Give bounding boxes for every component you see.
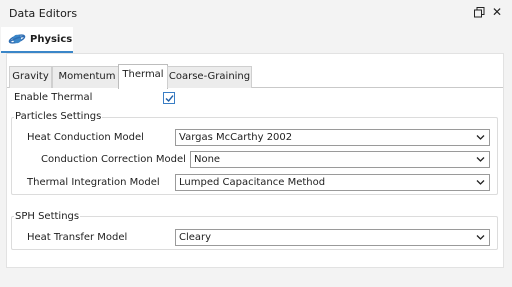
window-title: Data Editors	[9, 7, 78, 20]
conduction-correction-model-label: Conduction Correction Model	[41, 154, 186, 165]
tab-coarse-graining[interactable]: Coarse-Graining	[167, 66, 252, 88]
tab-momentum[interactable]: Momentum	[52, 66, 122, 88]
physics-subtabs: Gravity Momentum Thermal Coarse-Graining	[7, 64, 503, 89]
title-bar: Data Editors ✕	[0, 0, 512, 27]
thermal-settings-panel: Gravity Momentum Thermal Coarse-Graining…	[6, 53, 504, 268]
tab-gravity[interactable]: Gravity	[9, 66, 52, 88]
heat-conduction-model-label: Heat Conduction Model	[27, 132, 144, 143]
thermal-integration-model-label: Thermal Integration Model	[27, 177, 160, 188]
heat-conduction-model-value: Vargas McCarthy 2002	[179, 132, 293, 143]
enable-thermal-label: Enable Thermal	[14, 92, 93, 103]
chevron-down-icon	[476, 180, 485, 185]
chevron-down-icon	[476, 135, 485, 140]
conduction-correction-model-value: None	[194, 154, 221, 165]
tab-physics-label: Physics	[30, 34, 73, 45]
thermal-integration-model-select[interactable]: Lumped Capacitance Method	[175, 174, 490, 191]
planet-icon	[8, 34, 26, 44]
heat-transfer-model-select[interactable]: Cleary	[175, 229, 490, 246]
heat-conduction-model-select[interactable]: Vargas McCarthy 2002	[175, 129, 490, 146]
restore-window-icon[interactable]	[474, 7, 485, 18]
tab-physics[interactable]: Physics	[1, 27, 73, 53]
close-icon[interactable]: ✕	[492, 6, 502, 18]
particles-settings-title: Particles Settings	[14, 111, 103, 122]
chevron-down-icon	[476, 235, 485, 240]
checkmark-icon	[165, 95, 174, 103]
enable-thermal-checkbox[interactable]	[163, 92, 175, 104]
conduction-correction-model-select[interactable]: None	[190, 151, 490, 168]
heat-transfer-model-value: Cleary	[179, 232, 212, 243]
heat-transfer-model-label: Heat Transfer Model	[27, 232, 128, 243]
chevron-down-icon	[476, 157, 485, 162]
thermal-integration-model-value: Lumped Capacitance Method	[179, 177, 326, 188]
sph-settings-title: SPH Settings	[14, 211, 81, 222]
tab-thermal[interactable]: Thermal	[118, 64, 168, 89]
